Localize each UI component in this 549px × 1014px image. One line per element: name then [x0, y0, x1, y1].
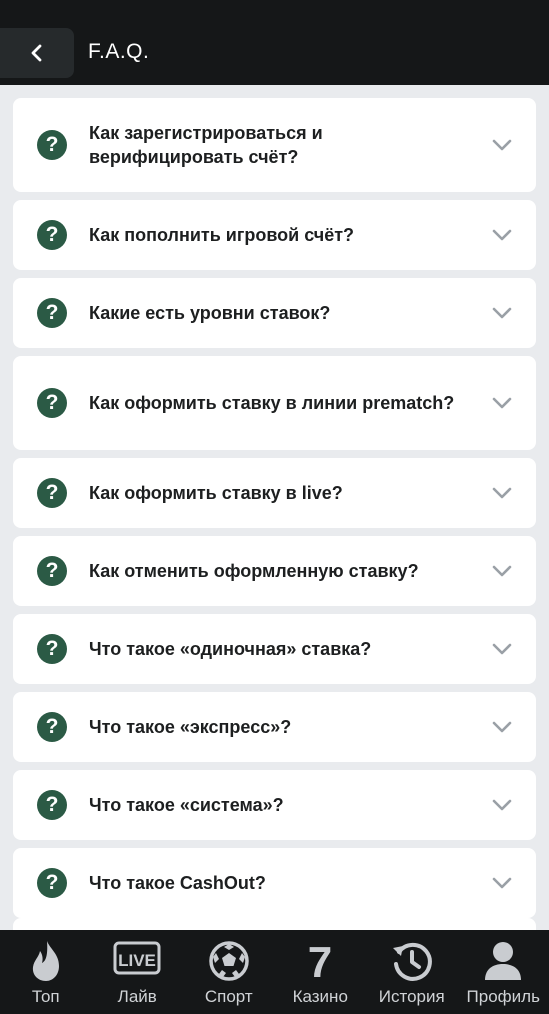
faq-question: Как оформить ставку в линии prematch? [89, 393, 455, 413]
faq-item[interactable]: ? Как оформить ставку в live? [13, 458, 536, 528]
status-bar [0, 0, 549, 28]
nav-label: История [378, 987, 445, 1006]
question-icon: ? [37, 220, 67, 250]
question-icon: ? [37, 868, 67, 898]
faq-question: Как пополнить игровой счёт? [89, 225, 355, 245]
question-icon: ? [37, 298, 67, 328]
nav-item-profile[interactable]: Профиль [458, 930, 549, 1014]
faq-question: Что такое «одиночная» ставка? [89, 639, 372, 659]
faq-question: Какие есть уровни ставок? [89, 303, 331, 323]
faq-question: Как зарегистрироваться и верифицировать … [89, 123, 323, 167]
question-icon: ? [37, 388, 67, 418]
faq-question: Как отменить оформленную ставку? [89, 561, 419, 581]
faq-item[interactable]: ? Что такое «система»? [13, 770, 536, 840]
faq-item[interactable]: ? Какие есть уровни ставок? [13, 278, 536, 348]
live-icon: LIVE [113, 941, 161, 975]
faq-item[interactable]: ? Как оформить ставку в линии prematch? [13, 356, 536, 450]
nav-label: Лайв [117, 987, 157, 1006]
back-button[interactable] [0, 28, 74, 78]
faq-item[interactable]: ? Как зарегистрироваться и верифицироват… [13, 98, 536, 192]
faq-item[interactable]: ? Как отменить оформленную ставку? [13, 536, 536, 606]
soccer-ball-icon [209, 941, 249, 981]
bottom-nav: Топ LIVE Лайв Спорт 7 Казино История Про… [0, 930, 549, 1014]
question-icon: ? [37, 634, 67, 664]
nav-item-casino[interactable]: 7 Казино [275, 930, 367, 1014]
nav-item-top[interactable]: Топ [0, 930, 92, 1014]
chevron-down-icon [492, 139, 512, 151]
history-icon [392, 942, 432, 981]
chevron-down-icon [492, 307, 512, 319]
chevron-down-icon [492, 721, 512, 733]
live-badge-text: LIVE [118, 951, 156, 970]
faq-item[interactable]: ? Что такое «одиночная» ставка? [13, 614, 536, 684]
nav-item-live[interactable]: LIVE Лайв [92, 930, 184, 1014]
faq-item[interactable]: ? Что такое «экспресс»? [13, 692, 536, 762]
chevron-down-icon [492, 799, 512, 811]
chevron-down-icon [492, 877, 512, 889]
question-icon: ? [37, 478, 67, 508]
faq-list: ? Как зарегистрироваться и верифицироват… [13, 98, 536, 926]
chevron-down-icon [492, 397, 512, 409]
flame-icon [32, 941, 59, 981]
question-icon: ? [37, 712, 67, 742]
faq-question: Что такое «экспресс»? [89, 717, 292, 737]
faq-question: Что такое «система»? [89, 795, 284, 815]
nav-label: Казино [292, 987, 348, 1006]
nav-label: Профиль [466, 987, 540, 1006]
faq-question: Что такое CashOut? [89, 873, 266, 893]
nav-item-sport[interactable]: Спорт [183, 930, 275, 1014]
header: F.A.Q. [0, 28, 549, 85]
chevron-down-icon [492, 229, 512, 241]
chevron-left-icon [31, 44, 42, 62]
chevron-down-icon [492, 487, 512, 499]
question-icon: ? [37, 556, 67, 586]
nav-item-history[interactable]: История [366, 930, 458, 1014]
casino-badge-text: 7 [308, 940, 332, 982]
chevron-down-icon [492, 643, 512, 655]
faq-item[interactable]: ? Что такое CashOut? [13, 848, 536, 918]
faq-question: Как оформить ставку в live? [89, 483, 343, 503]
nav-label: Топ [31, 987, 60, 1006]
question-icon: ? [37, 130, 67, 160]
faq-item[interactable]: ? Как пополнить игровой счёт? [13, 200, 536, 270]
profile-icon [485, 942, 522, 980]
chevron-down-icon [492, 565, 512, 577]
seven-icon: 7 [308, 940, 332, 982]
question-icon: ? [37, 790, 67, 820]
page-title: F.A.Q. [88, 40, 150, 63]
nav-label: Спорт [204, 987, 253, 1006]
